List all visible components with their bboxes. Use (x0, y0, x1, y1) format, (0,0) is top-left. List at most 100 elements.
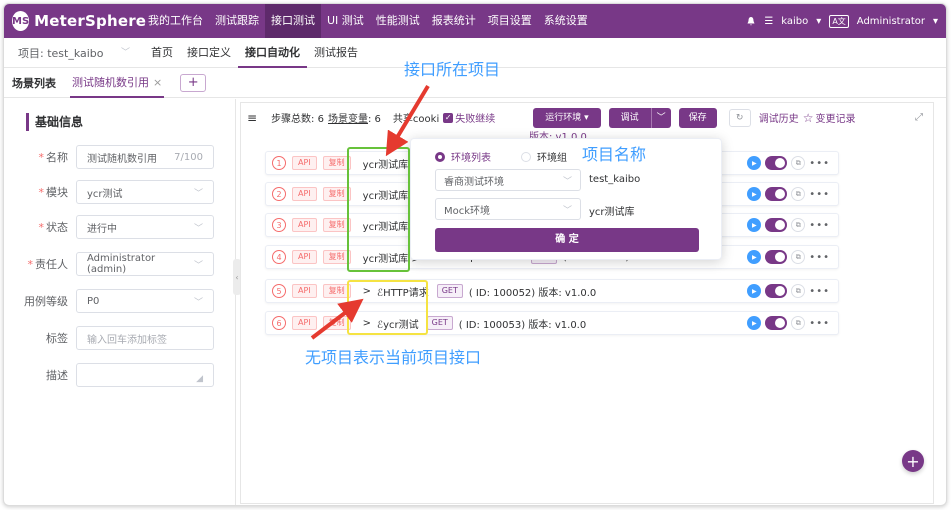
step-controls: ▶ ⧉ ••• (747, 218, 830, 232)
enable-toggle[interactable] (765, 250, 788, 264)
enable-toggle[interactable] (765, 316, 788, 330)
level-select[interactable]: P0 ﹀ (76, 289, 214, 313)
chevron-down-icon[interactable]: ▾ (816, 16, 821, 27)
nav-ui-test[interactable]: UI 测试 (321, 4, 370, 38)
more-icon[interactable]: ••• (809, 318, 830, 329)
debug-button[interactable]: 调试 ﹀ (608, 107, 671, 128)
confirm-button[interactable]: 确 定 (435, 228, 699, 252)
logo[interactable]: MS MeterSphere (12, 11, 146, 31)
subnav-test-report[interactable]: 测试报告 (307, 38, 365, 68)
nav-workbench[interactable]: 我的工作台 (142, 4, 209, 38)
tab-scene-list[interactable]: 场景列表 (4, 75, 56, 91)
subnav-home[interactable]: 首页 (144, 38, 180, 68)
field-name: * 名称 测试随机数引用 7/100 (4, 145, 236, 169)
field-label: * 名称 (38, 151, 69, 164)
chevron-down-icon[interactable]: ▾ (933, 16, 938, 27)
language-switch[interactable]: A文 (829, 14, 849, 28)
nav-test-track[interactable]: 测试跟踪 (209, 4, 265, 38)
scenario-vars[interactable]: 场景变量: 6 (328, 110, 381, 125)
chevron-down-icon: ﹀ (193, 297, 203, 308)
copy-icon[interactable]: ⧉ (791, 187, 806, 201)
play-icon[interactable]: ▶ (747, 218, 762, 232)
refresh-icon[interactable]: ↻ (728, 108, 751, 127)
copy-icon[interactable]: ⧉ (791, 316, 806, 330)
role-menu[interactable]: Administrator (857, 16, 925, 27)
tab-active-scenario[interactable]: 测试随机数引用 × (70, 68, 165, 98)
more-icon[interactable]: ••• (809, 158, 830, 169)
run-env-button[interactable]: 运行环境 ▾ (533, 107, 601, 128)
radio-env-list-label[interactable]: 环境列表 (451, 149, 491, 164)
field-label: * 模块 (38, 186, 69, 199)
scenario-toolbar: ≡ 步骤总数: 6 场景变量: 6 共享cooki ✓ 失败继续 运行环境 ▾ … (240, 102, 934, 132)
resize-handle-icon[interactable]: ◢ (196, 374, 203, 384)
close-icon[interactable]: × (153, 76, 162, 89)
status-select[interactable]: 进行中 ﹀ (76, 215, 214, 239)
field-status: * 状态 进行中 ﹀ (4, 215, 236, 239)
enable-toggle[interactable] (765, 218, 788, 232)
checkbox-icon[interactable]: ✓ (443, 112, 454, 123)
section-title: 基础信息 (26, 113, 83, 131)
project-selector[interactable]: 项目: test_kaibo ﹀ (4, 45, 144, 61)
step-controls: ▶ ⧉ ••• (747, 250, 830, 264)
description-textarea[interactable]: ◢ (76, 363, 214, 387)
radio-env-group-label[interactable]: 环境组 (537, 149, 567, 164)
expand-icon[interactable]: ⤢ (915, 112, 923, 123)
play-icon[interactable]: ▶ (747, 156, 762, 170)
save-button[interactable]: 保存 (678, 107, 717, 128)
enable-toggle[interactable] (765, 187, 788, 201)
nav-perf-test[interactable]: 性能测试 (370, 4, 426, 38)
tags-input[interactable]: 输入回车添加标签 (76, 326, 214, 350)
logo-icon: MS (12, 11, 30, 31)
more-icon[interactable]: ••• (809, 252, 830, 263)
nav-system-settings[interactable]: 系统设置 (538, 4, 594, 38)
field-tags: 标签 输入回车添加标签 (4, 326, 236, 350)
nav-report[interactable]: 报表统计 (426, 4, 482, 38)
step-controls: ▶ ⧉ ••• (747, 316, 830, 330)
nav-api-test[interactable]: 接口测试 (265, 4, 321, 38)
step-index: 4 (272, 250, 286, 264)
add-tab-button[interactable]: + (180, 73, 207, 92)
radio-env-list[interactable] (435, 151, 445, 162)
user-menu[interactable]: kaibo (781, 16, 808, 27)
step-controls: ▶ ⧉ ••• (747, 187, 830, 201)
annotation-project-name: 项目名称 (582, 145, 647, 164)
more-icon[interactable]: ••• (809, 286, 830, 297)
copy-icon[interactable]: ⧉ (791, 218, 806, 232)
radio-env-group[interactable] (521, 151, 531, 162)
env-select[interactable]: Mock环境 ﹀ (435, 198, 581, 220)
field-owner: * 责任人 Administrator (admin) ﹀ (4, 252, 236, 276)
owner-select[interactable]: Administrator (admin) ﹀ (76, 252, 214, 276)
debug-history-link[interactable]: 调试历史 (759, 110, 799, 125)
more-icon[interactable]: ••• (809, 189, 830, 200)
subnav-api-automation[interactable]: 接口自动化 (238, 38, 307, 68)
menu-icon[interactable]: ≡ (247, 111, 257, 125)
env-select[interactable]: 睿商测试环境 ﹀ (435, 169, 581, 191)
name-input[interactable]: 测试随机数引用 7/100 (76, 145, 214, 169)
fail-continue-label[interactable]: 失败继续 (455, 110, 495, 125)
copy-icon[interactable]: ⧉ (791, 156, 806, 170)
play-icon[interactable]: ▶ (747, 316, 762, 330)
more-icon[interactable]: ••• (809, 220, 830, 231)
play-icon[interactable]: ▶ (747, 187, 762, 201)
chevron-down-icon: ﹀ (193, 223, 203, 234)
nav-project-settings[interactable]: 项目设置 (482, 4, 538, 38)
play-icon[interactable]: ▶ (747, 250, 762, 264)
change-log-link[interactable]: 变更记录 (815, 110, 855, 125)
step-id: ( ID: 100052) 版本: v1.0.0 (468, 287, 597, 299)
module-select[interactable]: ycr测试 ﹀ (76, 180, 214, 204)
copy-icon[interactable]: ⧉ (791, 250, 806, 264)
copy-icon[interactable]: ⧉ (791, 284, 806, 298)
star-icon[interactable]: ☆ (803, 111, 814, 125)
annotation-green-box (347, 147, 410, 272)
annotation-yellow-box (347, 280, 428, 335)
play-icon[interactable]: ▶ (747, 284, 762, 298)
api-tag: API (292, 218, 317, 232)
share-cookie: 共享cooki (392, 114, 440, 125)
enable-toggle[interactable] (765, 156, 788, 170)
list-icon[interactable]: ☰ (764, 16, 773, 27)
add-step-button[interactable]: + (902, 450, 924, 472)
bell-icon[interactable] (746, 16, 756, 26)
subnav-api-definition[interactable]: 接口定义 (180, 38, 238, 68)
api-tag: API (292, 250, 317, 264)
enable-toggle[interactable] (765, 284, 788, 298)
